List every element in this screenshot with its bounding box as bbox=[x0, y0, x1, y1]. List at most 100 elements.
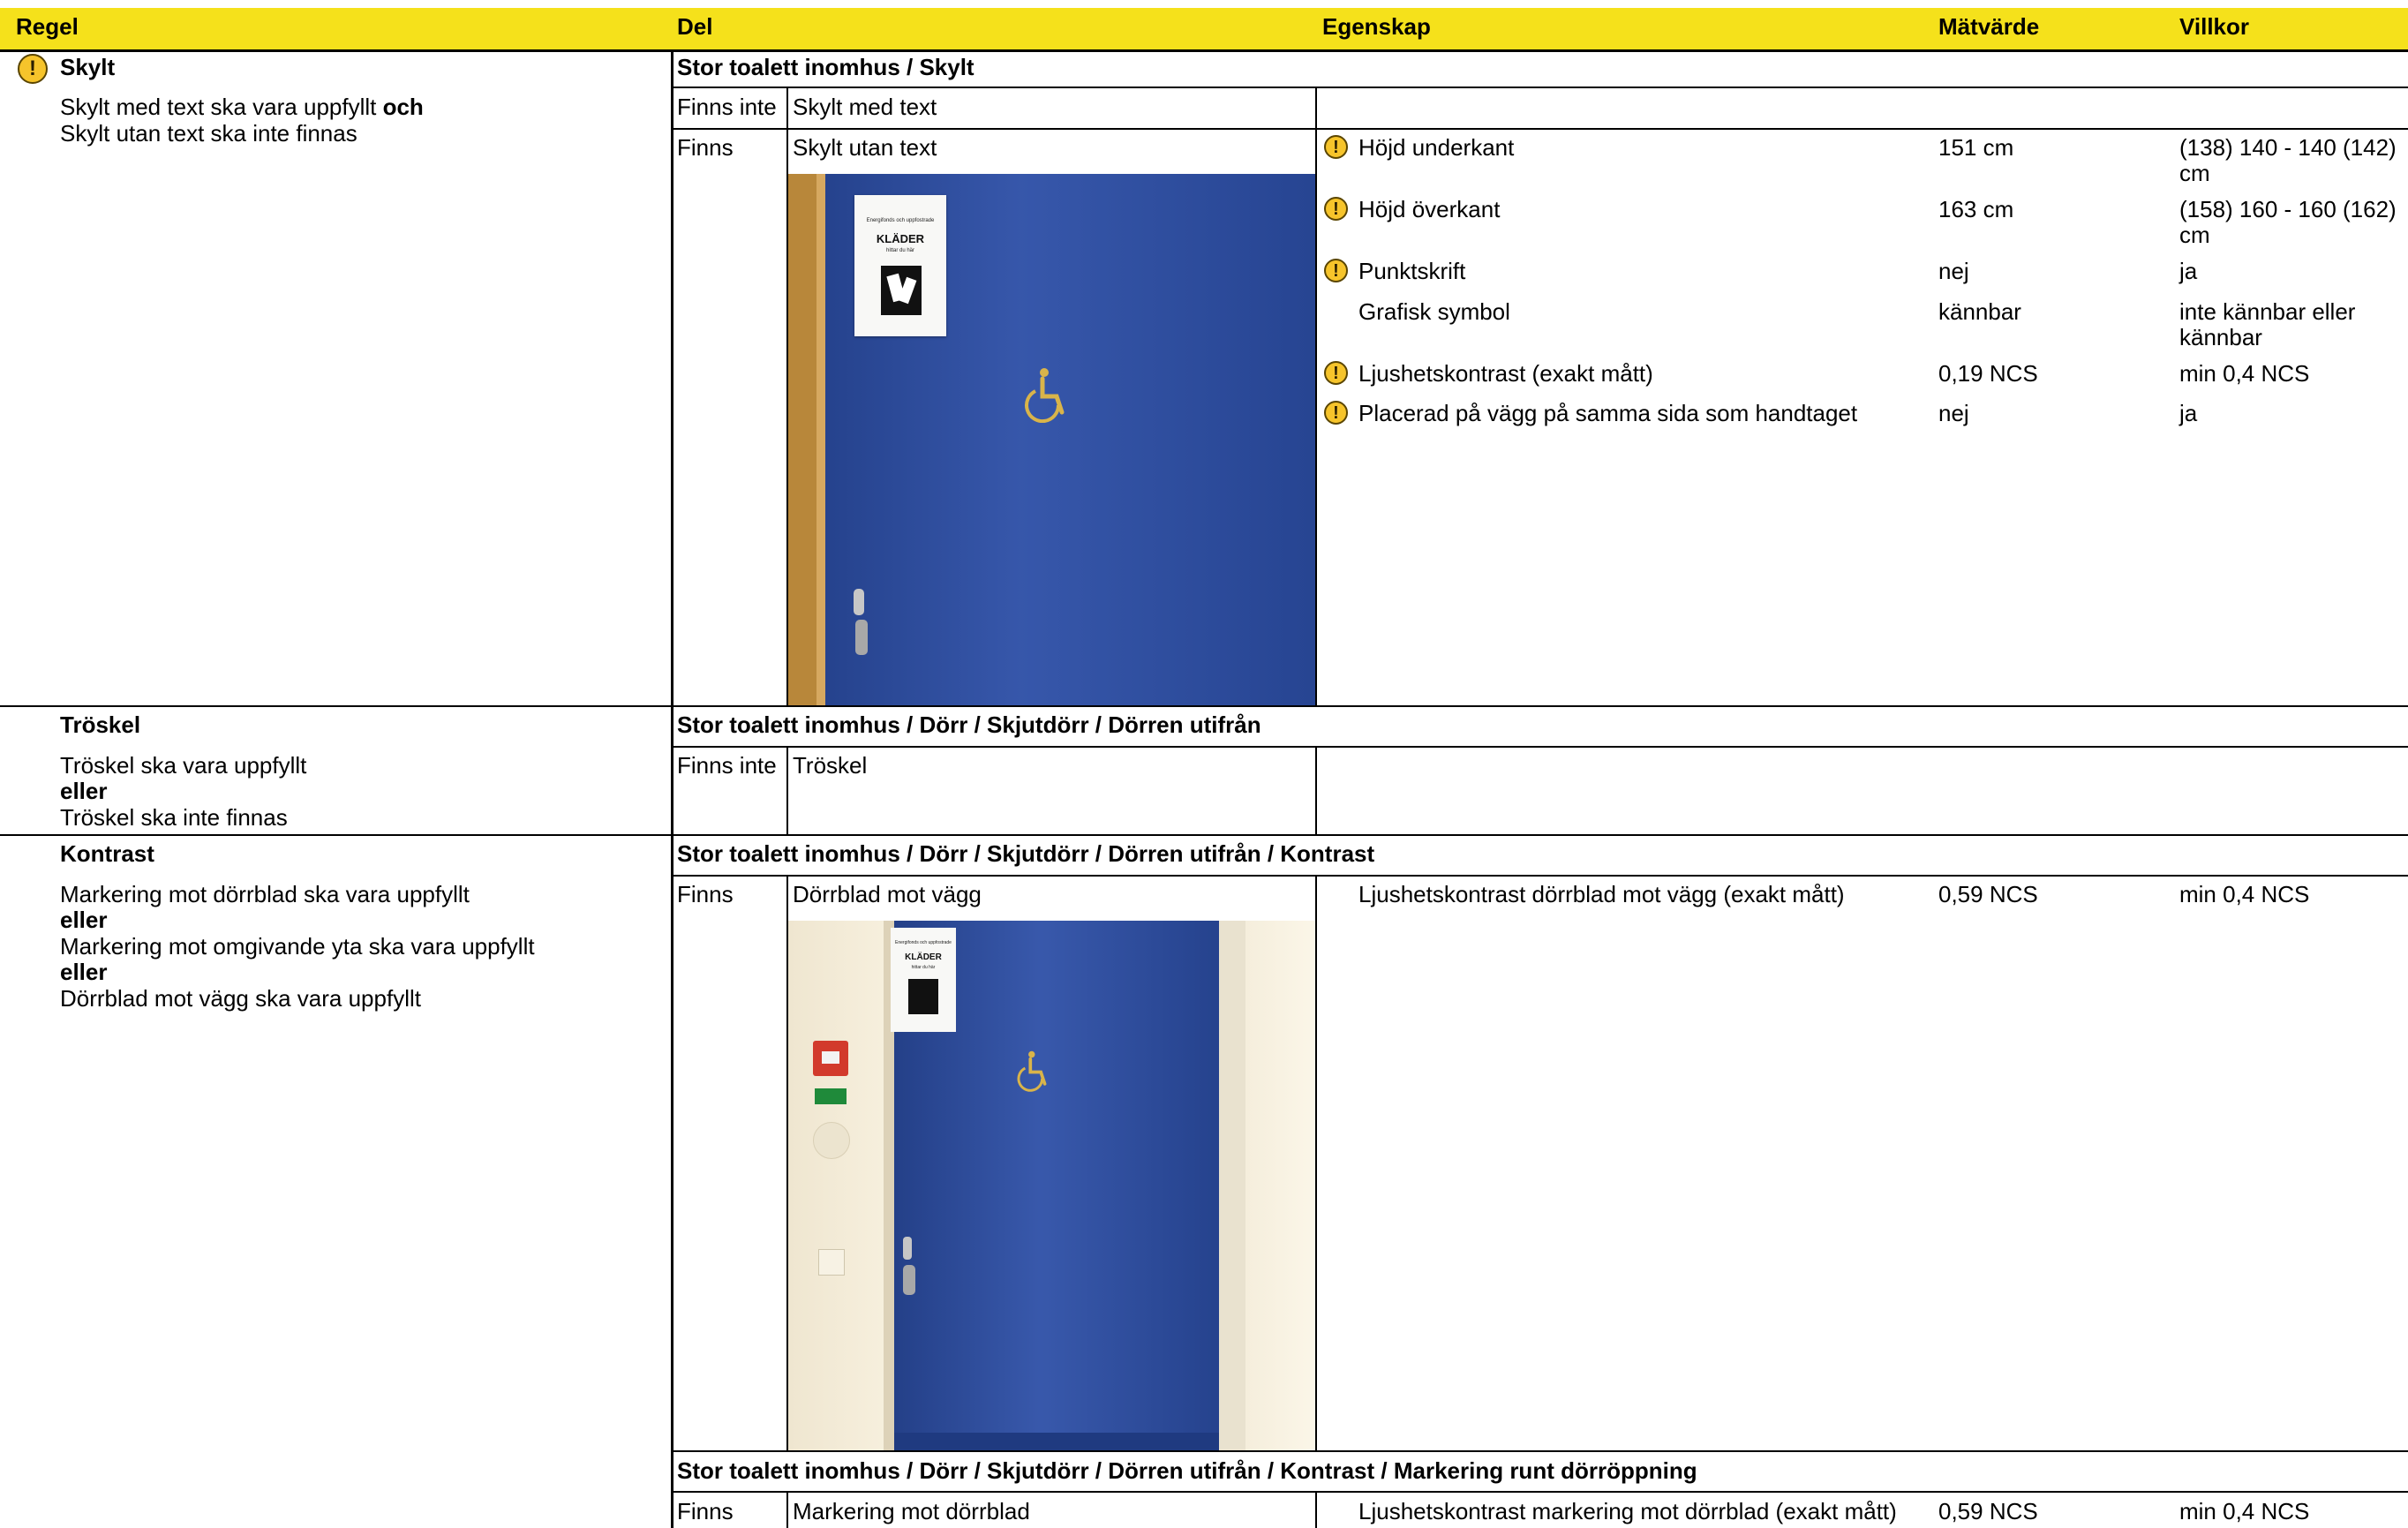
sign-sub-text: hittar du här bbox=[885, 248, 915, 253]
property-value: kännbar bbox=[1938, 298, 2021, 325]
section-underline bbox=[671, 87, 2408, 88]
property-name: Grafisk symbol bbox=[1358, 298, 1510, 325]
property-condition: cm bbox=[2179, 160, 2210, 186]
clothes-icon bbox=[881, 266, 922, 315]
sign-paper: Energifonds och uppfostrade KLÄDER hitta… bbox=[891, 928, 956, 1032]
section-underline bbox=[671, 1491, 2408, 1493]
property-value: 151 cm bbox=[1938, 134, 2014, 161]
part-status: Finns inte bbox=[677, 752, 777, 779]
property-name: Placerad på vägg på samma sida som handt… bbox=[1358, 400, 1858, 426]
part-name: Dörrblad mot vägg bbox=[793, 881, 982, 907]
door-photo: Energifonds och uppfostrade KLÄDER hitta… bbox=[788, 174, 1315, 705]
lock-icon bbox=[854, 589, 864, 615]
cell-divider bbox=[786, 747, 788, 834]
property-value: 0,19 NCS bbox=[1938, 360, 2038, 387]
door-frame bbox=[788, 174, 816, 705]
sign-paper: Energifonds och uppfostrade KLÄDER hitta… bbox=[854, 195, 946, 336]
property-name: Höjd överkant bbox=[1358, 196, 1501, 222]
property-value: nej bbox=[1938, 400, 1969, 426]
section-path: Stor toalett inomhus / Dörr / Skjutdörr … bbox=[677, 711, 1261, 738]
warning-icon: ! bbox=[1324, 401, 1348, 425]
rule-text: Tröskel ska vara uppfyllt bbox=[60, 752, 307, 779]
rule-text: Tröskel ska inte finnas bbox=[60, 804, 288, 831]
warning-icon: ! bbox=[1324, 259, 1348, 282]
header-regel: Regel bbox=[16, 13, 79, 40]
section-path: Stor toalett inomhus / Dörr / Skjutdörr … bbox=[677, 1457, 1697, 1484]
cell-divider bbox=[786, 1492, 788, 1528]
rule-text: eller bbox=[60, 907, 108, 933]
sign-small-text: Energifonds och uppfostrade bbox=[895, 940, 952, 945]
property-condition: (158) 160 - 160 (162) bbox=[2179, 196, 2397, 222]
wheelchair-icon bbox=[1025, 368, 1065, 423]
part-name: Skylt med text bbox=[793, 94, 937, 120]
header-egenskap: Egenskap bbox=[1322, 13, 1431, 40]
property-value: 0,59 NCS bbox=[1938, 1498, 2038, 1524]
rule-title-troskel: Tröskel bbox=[60, 711, 141, 738]
rule-text: eller bbox=[60, 959, 108, 985]
switch-icon bbox=[818, 1249, 845, 1276]
column-divider bbox=[671, 49, 673, 1528]
rule-text: Markering mot dörrblad ska vara uppfyllt bbox=[60, 881, 470, 907]
section-path: Stor toalett inomhus / Skylt bbox=[677, 54, 974, 80]
wheelchair-icon bbox=[1017, 1050, 1047, 1092]
fire-alarm-icon bbox=[813, 1041, 848, 1076]
property-condition: kännbar bbox=[2179, 324, 2262, 350]
lock-icon bbox=[903, 1237, 912, 1260]
wall-left bbox=[788, 921, 892, 1450]
clothes-icon bbox=[908, 979, 938, 1014]
property-condition: ja bbox=[2179, 400, 2198, 426]
smoke-detector-icon bbox=[813, 1122, 850, 1159]
part-status: Finns bbox=[677, 1498, 734, 1524]
part-status: Finns bbox=[677, 881, 734, 907]
warning-icon: ! bbox=[18, 54, 48, 84]
part-status: Finns inte bbox=[677, 94, 777, 120]
section-path: Stor toalett inomhus / Dörr / Skjutdörr … bbox=[677, 840, 1375, 867]
section-underline bbox=[671, 746, 2408, 748]
sign-title: KLÄDER bbox=[876, 232, 925, 245]
handle-icon bbox=[855, 620, 868, 655]
row-separator bbox=[0, 705, 2408, 707]
exit-sign-icon bbox=[815, 1088, 847, 1104]
property-condition: (138) 140 - 140 (142) bbox=[2179, 134, 2397, 161]
property-name: Ljushetskontrast markering mot dörrblad … bbox=[1358, 1498, 1897, 1524]
cell-divider bbox=[1315, 1492, 1317, 1528]
row-separator bbox=[0, 834, 2408, 836]
property-name: Ljushetskontrast dörrblad mot vägg (exak… bbox=[1358, 881, 1845, 907]
property-condition: min 0,4 NCS bbox=[2179, 360, 2310, 387]
sign-small-text: Energifonds och uppfostrade bbox=[866, 218, 935, 223]
part-name: Skylt utan text bbox=[793, 134, 937, 161]
property-value: nej bbox=[1938, 258, 1969, 284]
property-condition: inte kännbar eller bbox=[2179, 298, 2356, 325]
part-status: Finns bbox=[677, 134, 734, 161]
property-condition: min 0,4 NCS bbox=[2179, 1498, 2310, 1524]
cell-divider bbox=[1315, 747, 1317, 834]
warning-icon: ! bbox=[1324, 197, 1348, 221]
property-value: 163 cm bbox=[1938, 196, 2014, 222]
property-name: Höjd underkant bbox=[1358, 134, 1515, 161]
table-header bbox=[0, 8, 2408, 52]
cell-divider bbox=[1315, 876, 1317, 1450]
door-wall-photo: Energifonds och uppfostrade KLÄDER hitta… bbox=[788, 921, 1315, 1450]
property-name: Punktskrift bbox=[1358, 258, 1466, 284]
rule-text: Markering mot omgivande yta ska vara upp… bbox=[60, 933, 535, 960]
wall-right bbox=[1245, 921, 1315, 1450]
property-condition: ja bbox=[2179, 258, 2198, 284]
property-condition: min 0,4 NCS bbox=[2179, 881, 2310, 907]
floor-shadow bbox=[894, 1433, 1219, 1450]
property-value: 0,59 NCS bbox=[1938, 881, 2038, 907]
rule-text: Dörrblad mot vägg ska vara uppfyllt bbox=[60, 985, 421, 1012]
warning-icon: ! bbox=[1324, 361, 1348, 385]
property-condition: cm bbox=[2179, 222, 2210, 248]
door-frame bbox=[816, 174, 825, 705]
rule-title-skylt: Skylt bbox=[60, 54, 116, 80]
row-underline bbox=[671, 128, 2408, 130]
section-underline bbox=[671, 875, 2408, 877]
warning-icon: ! bbox=[1324, 135, 1348, 159]
part-name: Markering mot dörrblad bbox=[793, 1498, 1030, 1524]
sign-title: KLÄDER bbox=[905, 952, 942, 962]
header-del: Del bbox=[677, 13, 713, 40]
header-villkor: Villkor bbox=[2179, 13, 2250, 40]
rule-text: Skylt utan text ska inte finnas bbox=[60, 120, 357, 147]
part-name: Tröskel bbox=[793, 752, 868, 779]
property-name: Ljushetskontrast (exakt mått) bbox=[1358, 360, 1653, 387]
